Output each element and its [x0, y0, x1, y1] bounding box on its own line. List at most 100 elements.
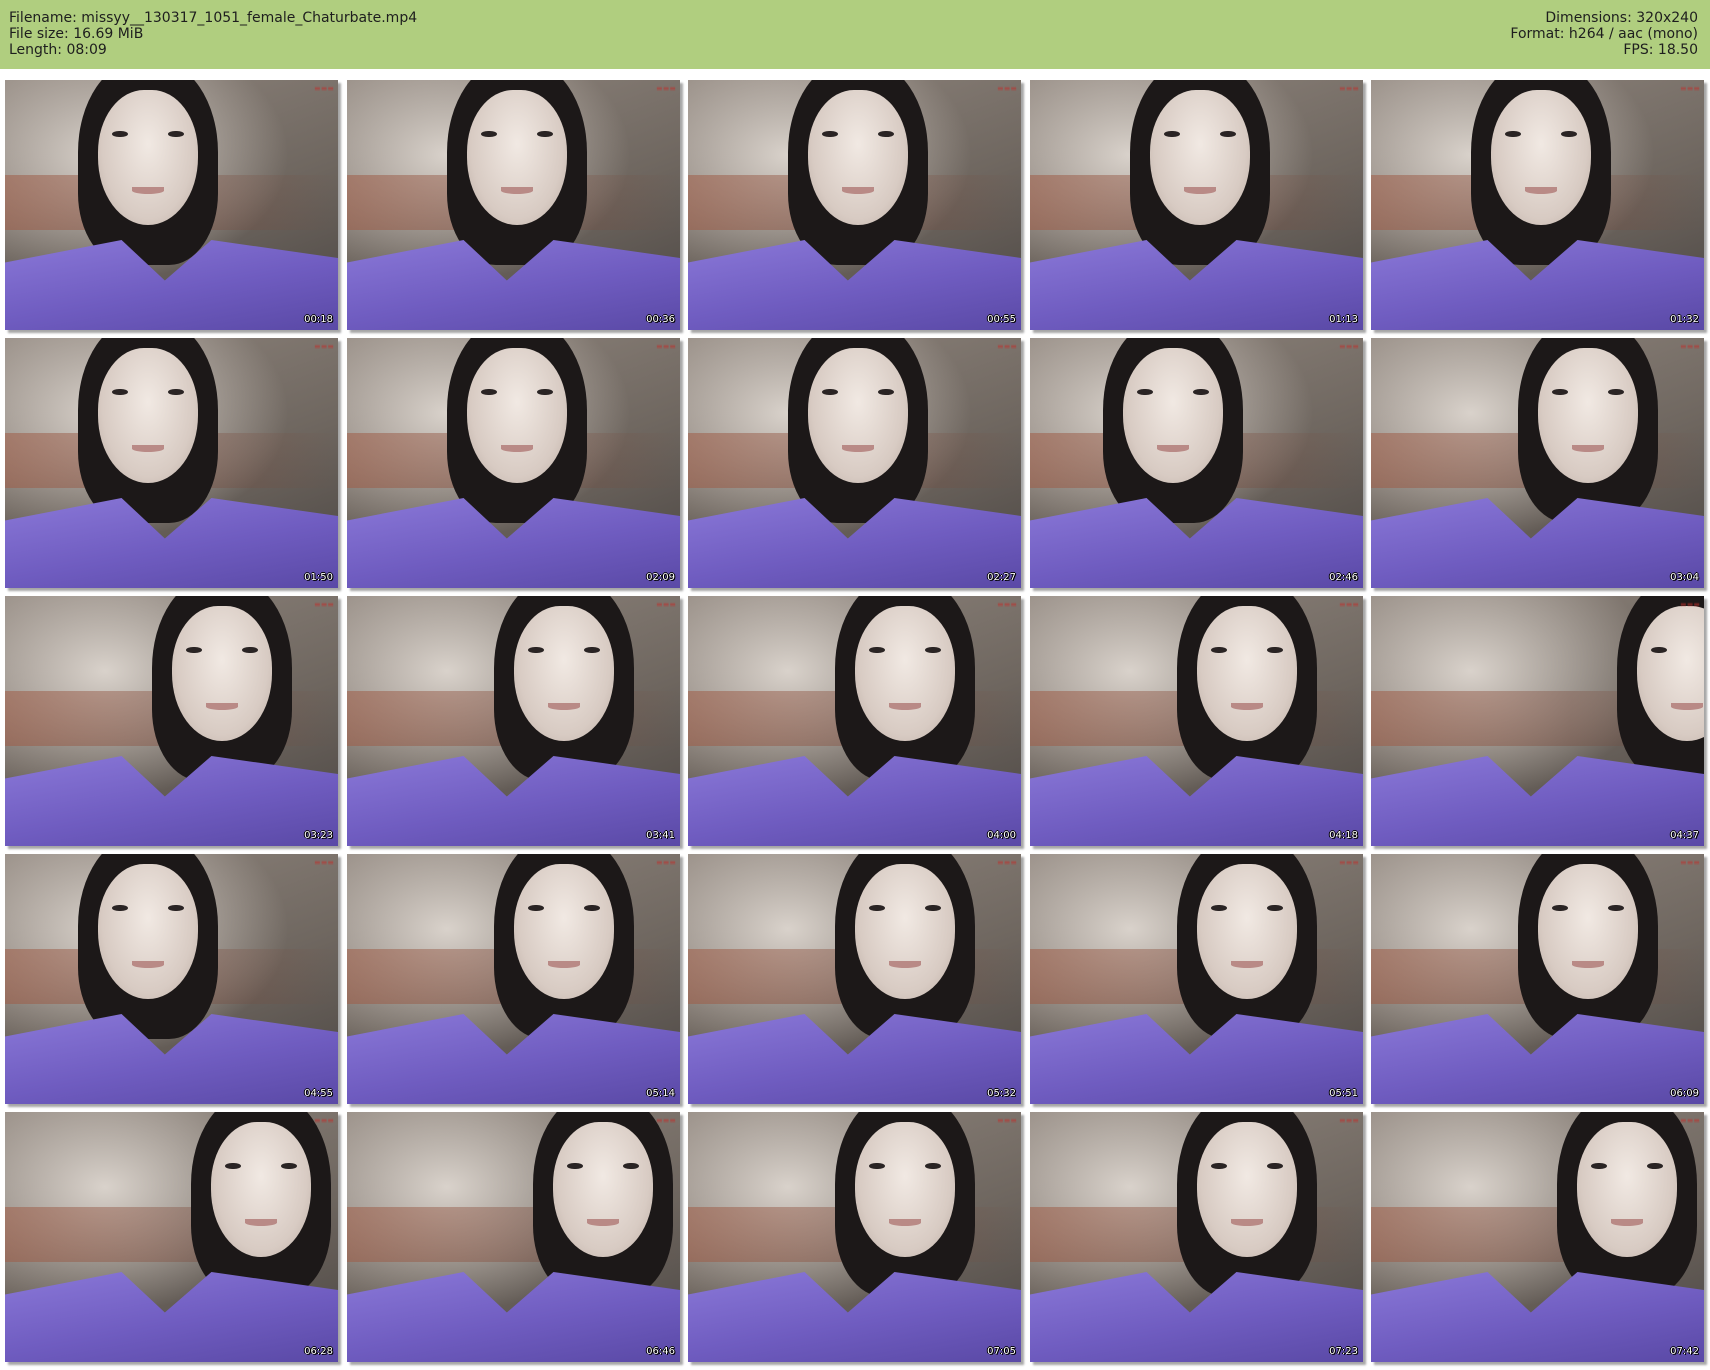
watermark-logo: ≡≡≡	[655, 84, 676, 93]
thumbnail-frame: ≡≡≡ 04:00	[688, 596, 1021, 846]
thumbnail-timestamp: 06:09	[1670, 1088, 1699, 1099]
frame-eye	[167, 130, 184, 138]
info-left: Filename: missyy__130317_1051_female_Cha…	[9, 10, 417, 58]
thumbnail-frame: ≡≡≡ 04:18	[1030, 596, 1363, 846]
thumbnail-frame: ≡≡≡ 01:13	[1030, 80, 1363, 330]
frame-eye	[527, 646, 544, 654]
watermark-logo: ≡≡≡	[1679, 600, 1700, 609]
frame-eye	[527, 904, 544, 912]
frame-mouth	[888, 1219, 921, 1226]
frame-eye	[111, 130, 128, 138]
frame-eye	[1219, 130, 1236, 138]
frame-eye	[480, 130, 497, 138]
frame-eye	[1163, 130, 1180, 138]
info-right: Dimensions: 320x240 Format: h264 / aac (…	[1510, 10, 1698, 58]
thumbnail-timestamp: 06:28	[304, 1346, 333, 1357]
frame-mouth	[1156, 445, 1189, 452]
frame-mouth	[547, 703, 580, 710]
frame-eye	[1607, 904, 1624, 912]
frame-eye	[868, 904, 885, 912]
frame-mouth	[131, 445, 164, 452]
frame-eye	[1551, 388, 1568, 396]
watermark-logo: ≡≡≡	[313, 1116, 334, 1125]
frame-face	[1491, 90, 1591, 225]
frame-eye	[1590, 1162, 1607, 1170]
watermark-logo: ≡≡≡	[1679, 342, 1700, 351]
frame-mouth	[1230, 961, 1263, 968]
watermark-logo: ≡≡≡	[655, 1116, 676, 1125]
frame-face	[855, 606, 955, 741]
frame-eye	[1560, 130, 1577, 138]
frame-mouth	[1230, 1219, 1263, 1226]
frame-eye	[1210, 646, 1227, 654]
frame-mouth	[205, 703, 238, 710]
watermark-logo: ≡≡≡	[313, 342, 334, 351]
frame-eye	[1650, 646, 1667, 654]
frame-eye	[924, 1162, 941, 1170]
thumbnail-timestamp: 04:18	[1329, 830, 1358, 841]
frame-eye	[1266, 1162, 1283, 1170]
frame-eye	[622, 1162, 639, 1170]
thumbnail-frame: ≡≡≡ 01:32	[1371, 80, 1704, 330]
watermark-logo: ≡≡≡	[313, 84, 334, 93]
watermark-logo: ≡≡≡	[313, 858, 334, 867]
thumbnail-timestamp: 03:23	[304, 830, 333, 841]
frame-mouth	[888, 703, 921, 710]
thumbnail-timestamp: 00:55	[987, 314, 1016, 325]
frame-mouth	[1524, 187, 1557, 194]
frame-eye	[1192, 388, 1209, 396]
frame-eye	[583, 646, 600, 654]
frame-face	[172, 606, 272, 741]
watermark-logo: ≡≡≡	[996, 84, 1017, 93]
frame-eye	[877, 130, 894, 138]
frame-mouth	[547, 961, 580, 968]
filename-text: Filename: missyy__130317_1051_female_Cha…	[9, 10, 418, 26]
watermark-logo: ≡≡≡	[996, 342, 1017, 351]
watermark-logo: ≡≡≡	[1679, 1116, 1700, 1125]
frame-mouth	[500, 445, 533, 452]
thumbnail-timestamp: 03:41	[646, 830, 675, 841]
watermark-logo: ≡≡≡	[996, 858, 1017, 867]
frame-eye	[1210, 904, 1227, 912]
frame-eye	[1210, 1162, 1227, 1170]
frame-face	[514, 606, 614, 741]
frame-eye	[924, 904, 941, 912]
thumbnail-timestamp: 05:14	[646, 1088, 675, 1099]
thumbnail-timestamp: 07:42	[1670, 1346, 1699, 1357]
frame-face	[1197, 864, 1297, 999]
frame-eye	[536, 130, 553, 138]
thumbnail-grid: ≡≡≡ 00:18 ≡≡≡ 00:36 ≡≡≡ 00:55 ≡≡≡ 01:13 ≡≡≡ 01:32…	[5, 80, 1705, 1365]
frame-eye	[821, 130, 838, 138]
thumbnail-frame: ≡≡≡ 06:09	[1371, 854, 1704, 1104]
fps-text: FPS: 18.50	[1623, 42, 1698, 58]
frame-eye	[566, 1162, 583, 1170]
thumbnail-timestamp: 03:04	[1670, 572, 1699, 583]
thumbnail-timestamp: 02:27	[987, 572, 1016, 583]
thumbnail-timestamp: 01:13	[1329, 314, 1358, 325]
thumbnail-timestamp: 07:05	[987, 1346, 1016, 1357]
thumbnail-timestamp: 07:23	[1329, 1346, 1358, 1357]
thumbnail-frame: ≡≡≡ 03:23	[5, 596, 338, 846]
frame-mouth	[131, 961, 164, 968]
frame-mouth	[586, 1219, 619, 1226]
thumbnail-timestamp: 04:37	[1670, 830, 1699, 841]
thumbnail-frame: ≡≡≡ 00:18	[5, 80, 338, 330]
frame-eye	[167, 904, 184, 912]
watermark-logo: ≡≡≡	[996, 600, 1017, 609]
frame-eye	[877, 388, 894, 396]
thumbnail-frame: ≡≡≡ 02:27	[688, 338, 1021, 588]
thumbnail-frame: ≡≡≡ 02:46	[1030, 338, 1363, 588]
frame-eye	[224, 1162, 241, 1170]
frame-mouth	[888, 961, 921, 968]
watermark-logo: ≡≡≡	[655, 600, 676, 609]
frame-mouth	[841, 445, 874, 452]
watermark-logo: ≡≡≡	[1679, 858, 1700, 867]
frame-eye	[821, 388, 838, 396]
watermark-logo: ≡≡≡	[1338, 84, 1359, 93]
thumbnail-frame: ≡≡≡ 07:23	[1030, 1112, 1363, 1362]
watermark-logo: ≡≡≡	[655, 858, 676, 867]
thumbnail-timestamp: 02:46	[1329, 572, 1358, 583]
frame-face	[1123, 348, 1223, 483]
thumbnail-frame: ≡≡≡ 00:55	[688, 80, 1021, 330]
thumbnail-timestamp: 05:32	[987, 1088, 1016, 1099]
